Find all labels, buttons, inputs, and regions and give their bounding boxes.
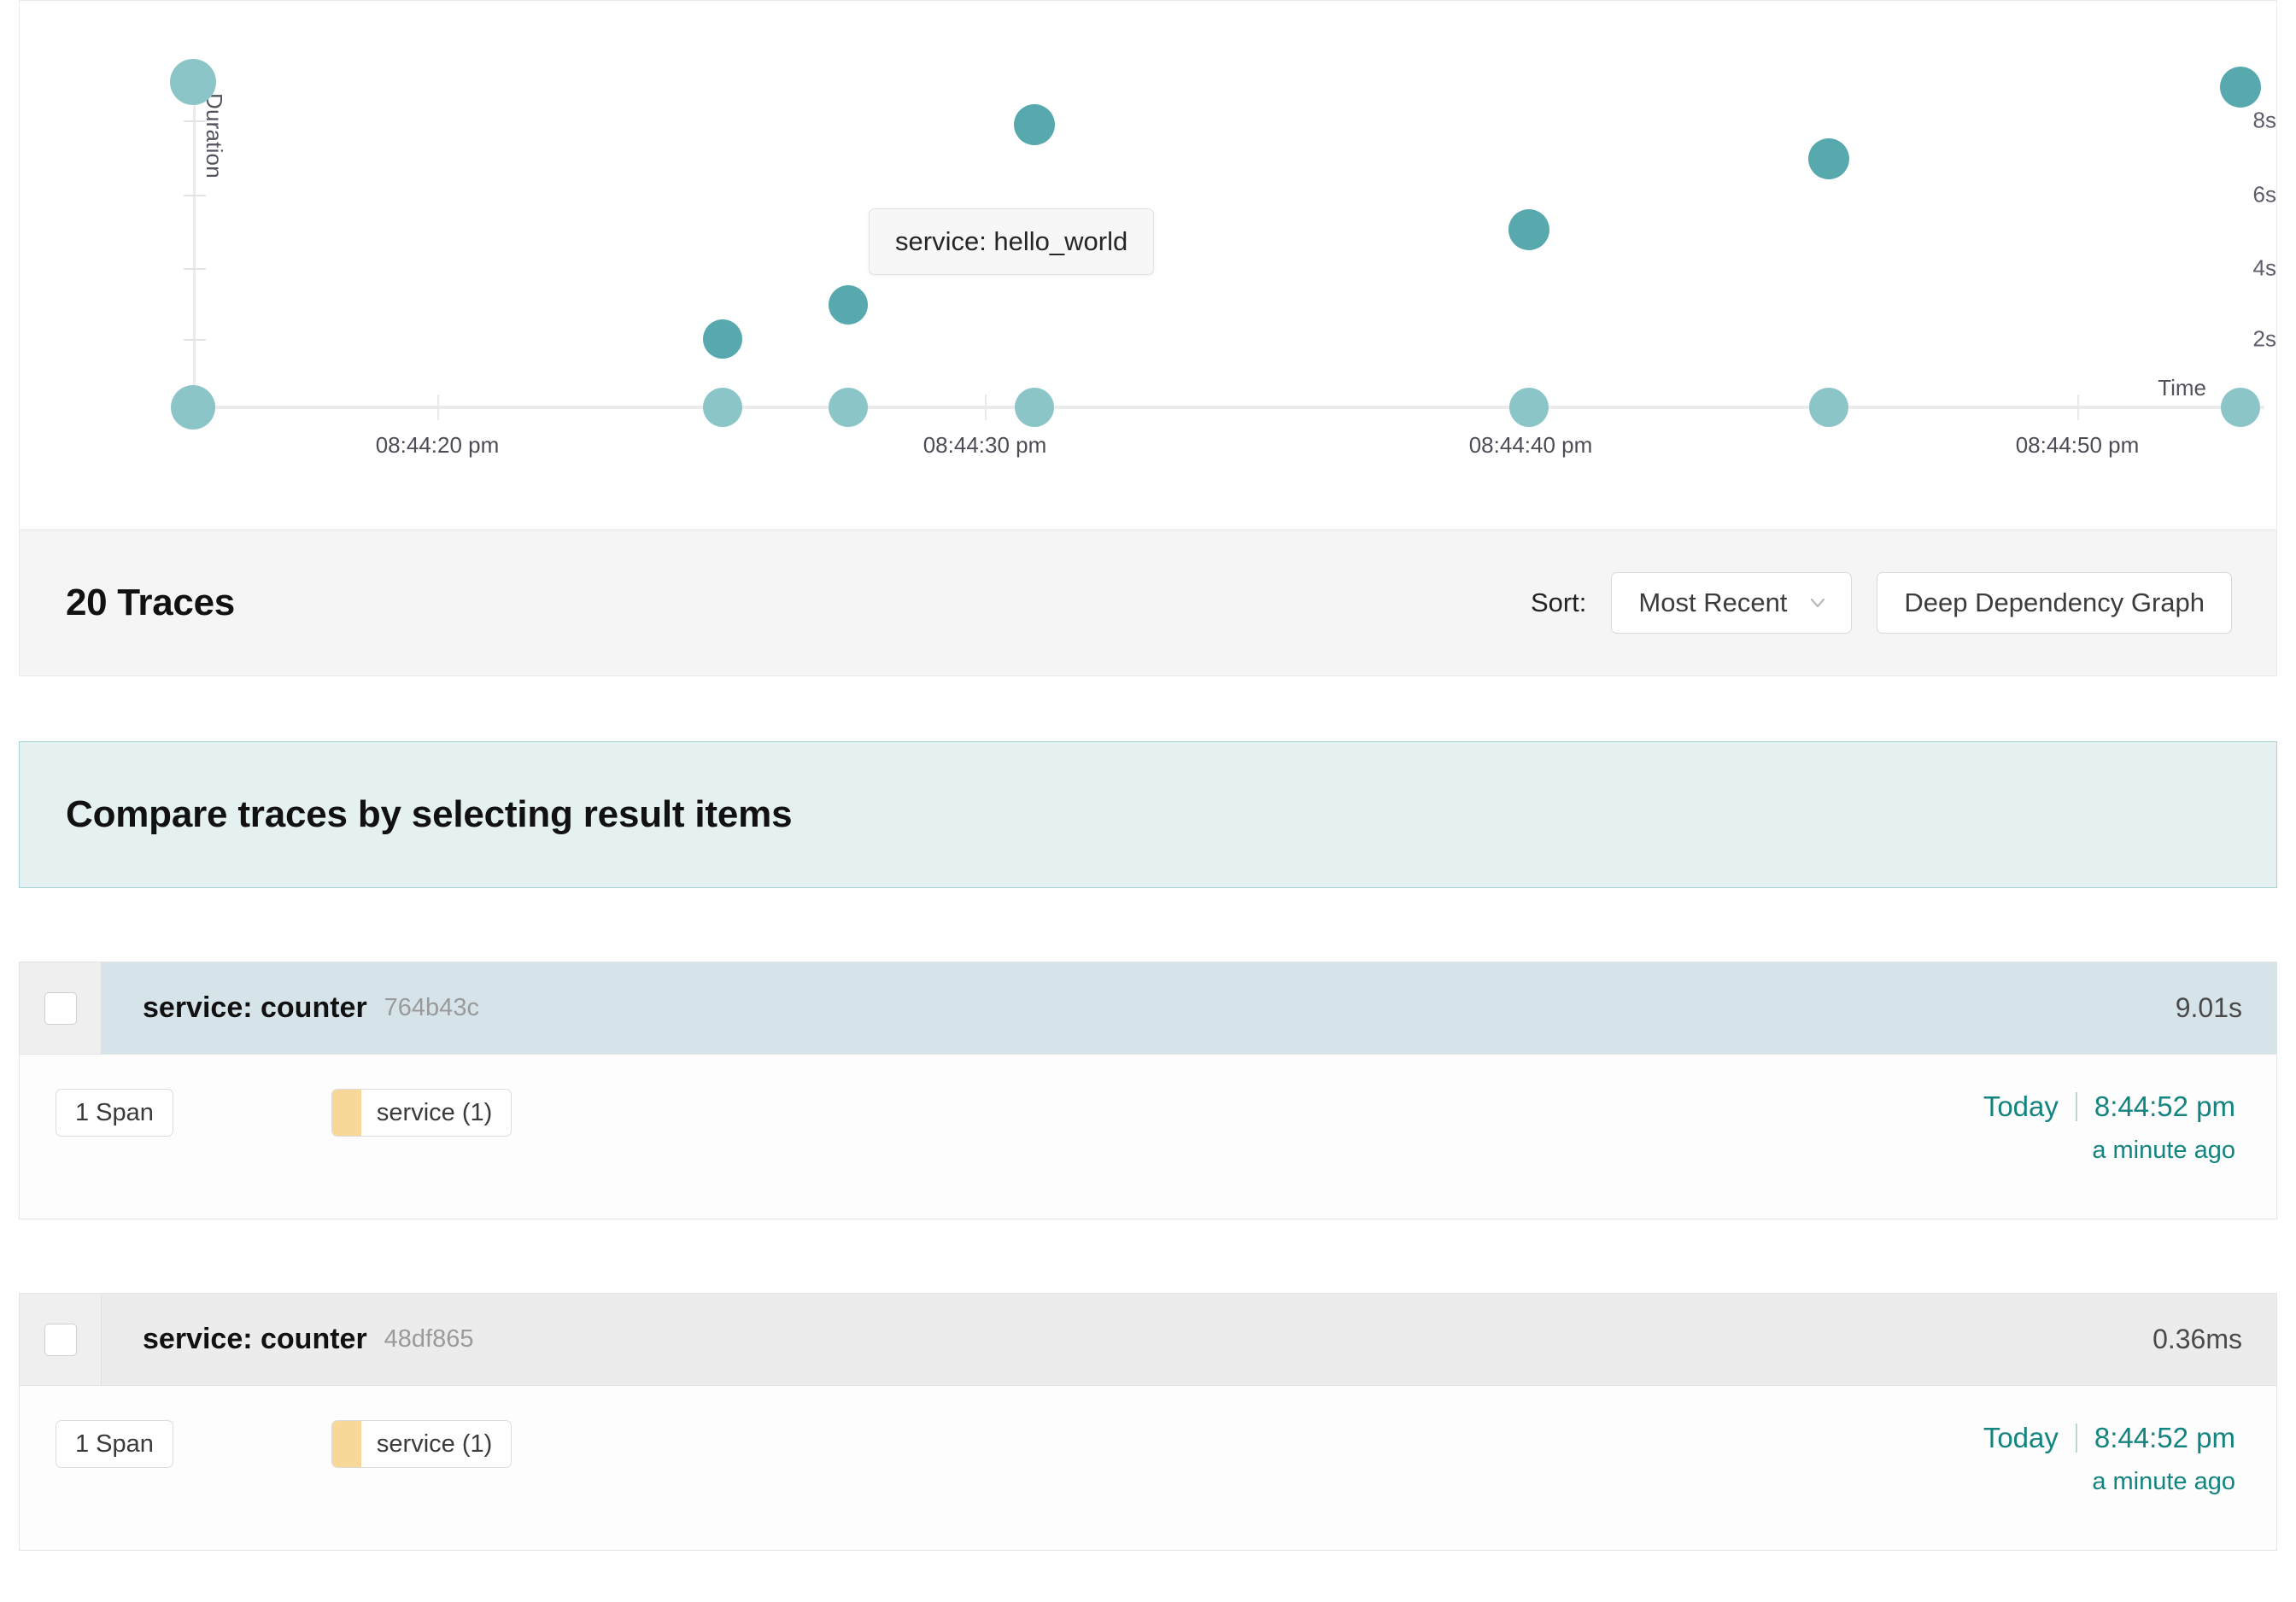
results-header-bar: 20 Traces Sort: Most Recent Deep Depende… — [19, 529, 2277, 676]
trace-scatter-plot[interactable]: 8s 6s 4s 2s Duration Time 08:44:20 pm 08… — [19, 0, 2277, 529]
trace-result-body: 1 Span service (1) Today 8:44:52 pm a mi… — [20, 1386, 2276, 1550]
scatter-point[interactable] — [1014, 104, 1055, 145]
deep-dependency-graph-button[interactable]: Deep Dependency Graph — [1877, 572, 2232, 634]
sort-dropdown-value: Most Recent — [1638, 588, 1788, 617]
x-tick-label: 08:44:20 pm — [375, 432, 500, 458]
y-axis-line — [193, 78, 196, 409]
service-badge-label: service (1) — [376, 1430, 493, 1458]
scatter-tooltip: service: hello_world — [869, 208, 1155, 275]
trace-day-label: Today — [1983, 1422, 2059, 1453]
trace-result-item[interactable]: service: counter 48df865 0.36ms 1 Span s… — [19, 1293, 2277, 1551]
x-tick-label: 08:44:40 pm — [1468, 432, 1593, 458]
x-tick-label: 08:44:50 pm — [2015, 432, 2140, 458]
trace-header-main: service: counter 48df865 0.36ms — [102, 1294, 2276, 1385]
service-color-swatch — [331, 1090, 361, 1136]
x-tick-label: 08:44:30 pm — [922, 432, 1047, 458]
trace-select-cell[interactable] — [20, 962, 102, 1054]
sort-dropdown[interactable]: Most Recent — [1611, 572, 1853, 634]
trace-select-checkbox[interactable] — [44, 991, 77, 1025]
scatter-point[interactable] — [1015, 388, 1054, 427]
trace-header-main: service: counter 764b43c 9.01s — [102, 962, 2276, 1054]
y-tick-mark — [184, 268, 206, 270]
trace-day-label: Today — [1983, 1090, 2059, 1122]
trace-relative-time: a minute ago — [2092, 1137, 2235, 1164]
scatter-point[interactable] — [703, 319, 742, 359]
y-axis-title: Duration — [202, 93, 227, 178]
trace-select-checkbox[interactable] — [44, 1323, 77, 1356]
timestamp-divider — [2075, 1092, 2077, 1121]
trace-id: 764b43c — [384, 994, 479, 1021]
trace-title: service: counter — [143, 991, 367, 1024]
scatter-point[interactable] — [1809, 388, 1848, 427]
chevron-down-icon — [1807, 593, 1828, 613]
service-badge: service (1) — [331, 1420, 512, 1468]
trace-result-header[interactable]: service: counter 48df865 0.36ms — [20, 1294, 2276, 1386]
trace-result-body: 1 Span service (1) Today 8:44:52 pm a mi… — [20, 1055, 2276, 1219]
scatter-point[interactable] — [829, 388, 868, 427]
service-color-swatch — [331, 1421, 361, 1467]
scatter-point[interactable] — [703, 388, 742, 427]
trace-timestamp-row: Today 8:44:52 pm — [1983, 1090, 2235, 1123]
trace-result-header[interactable]: service: counter 764b43c 9.01s — [20, 962, 2276, 1055]
compare-traces-banner: Compare traces by selecting result items — [19, 741, 2277, 888]
trace-count-label: 20 Traces — [66, 582, 235, 623]
scatter-point[interactable] — [829, 285, 868, 324]
trace-timestamp-row: Today 8:44:52 pm — [1983, 1422, 2235, 1454]
scatter-point[interactable] — [2220, 67, 2261, 108]
trace-timestamp-block: Today 8:44:52 pm a minute ago — [1983, 1420, 2235, 1496]
scatter-point[interactable] — [171, 385, 215, 430]
x-axis-title: Time — [2158, 375, 2206, 400]
trace-relative-time: a minute ago — [2092, 1468, 2235, 1495]
y-tick-label: 2s — [2252, 325, 2276, 352]
scatter-point[interactable] — [2221, 388, 2260, 427]
y-tick-label: 4s — [2252, 254, 2276, 281]
x-tick-mark — [985, 395, 987, 420]
y-tick-mark — [184, 339, 206, 341]
trace-title: service: counter — [143, 1323, 367, 1355]
scatter-point[interactable] — [1508, 209, 1549, 250]
trace-duration: 9.01s — [2175, 992, 2242, 1023]
trace-clock-time: 8:44:52 pm — [2094, 1422, 2235, 1453]
scatter-point[interactable] — [170, 59, 216, 105]
y-tick-mark — [184, 195, 206, 196]
scatter-point[interactable] — [1509, 388, 1549, 427]
trace-duration: 0.36ms — [2152, 1324, 2242, 1354]
trace-timestamp-block: Today 8:44:52 pm a minute ago — [1983, 1089, 2235, 1165]
timestamp-divider — [2075, 1424, 2077, 1453]
scatter-point[interactable] — [1808, 138, 1849, 179]
span-count-badge: 1 Span — [56, 1089, 173, 1137]
plot-area: 8s 6s 4s 2s Duration Time 08:44:20 pm 08… — [20, 1, 2276, 529]
x-tick-mark — [2077, 395, 2079, 420]
service-badge: service (1) — [331, 1089, 512, 1137]
y-tick-label: 8s — [2252, 107, 2276, 133]
service-badge-label: service (1) — [376, 1098, 493, 1126]
x-tick-mark — [437, 395, 439, 420]
x-axis-line — [193, 406, 2264, 409]
search-results-page: 8s 6s 4s 2s Duration Time 08:44:20 pm 08… — [0, 0, 2296, 1551]
trace-select-cell[interactable] — [20, 1294, 102, 1385]
y-tick-label: 6s — [2252, 181, 2276, 208]
trace-clock-time: 8:44:52 pm — [2094, 1090, 2235, 1122]
trace-result-item[interactable]: service: counter 764b43c 9.01s 1 Span se… — [19, 962, 2277, 1219]
results-actions: Sort: Most Recent Deep Dependency Graph — [1531, 572, 2232, 634]
span-count-badge: 1 Span — [56, 1420, 173, 1468]
compare-traces-banner-text: Compare traces by selecting result items — [66, 793, 793, 835]
sort-label: Sort: — [1530, 588, 1587, 617]
trace-id: 48df865 — [384, 1325, 474, 1353]
